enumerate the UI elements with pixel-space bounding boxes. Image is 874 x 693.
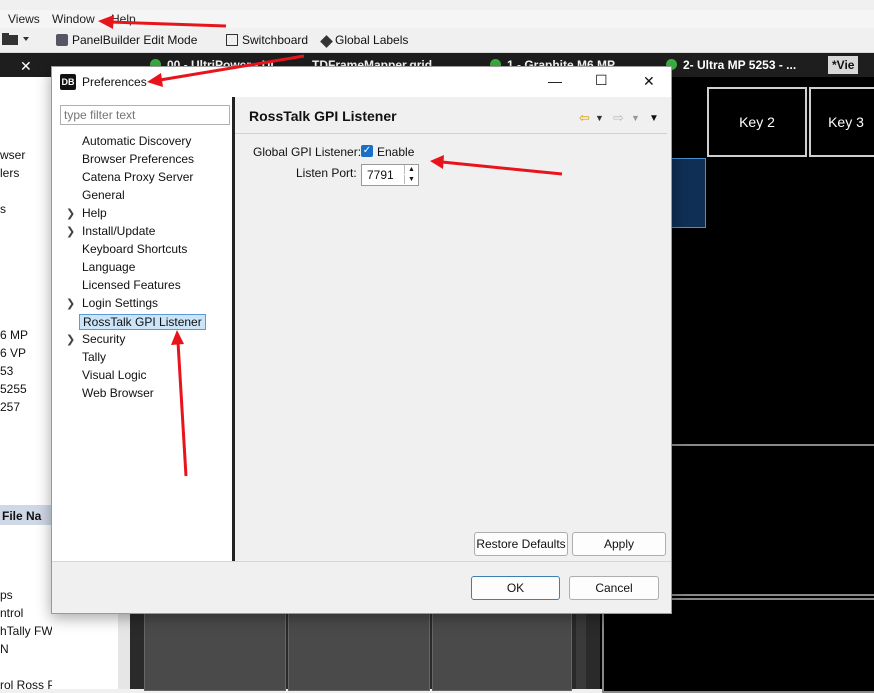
annotation-arrow: [98, 15, 227, 29]
annotation-arrows: [98, 15, 563, 477]
annotation-arrow: [147, 54, 305, 87]
annotation-arrow: [430, 155, 563, 176]
annotation-arrow: [171, 330, 188, 477]
